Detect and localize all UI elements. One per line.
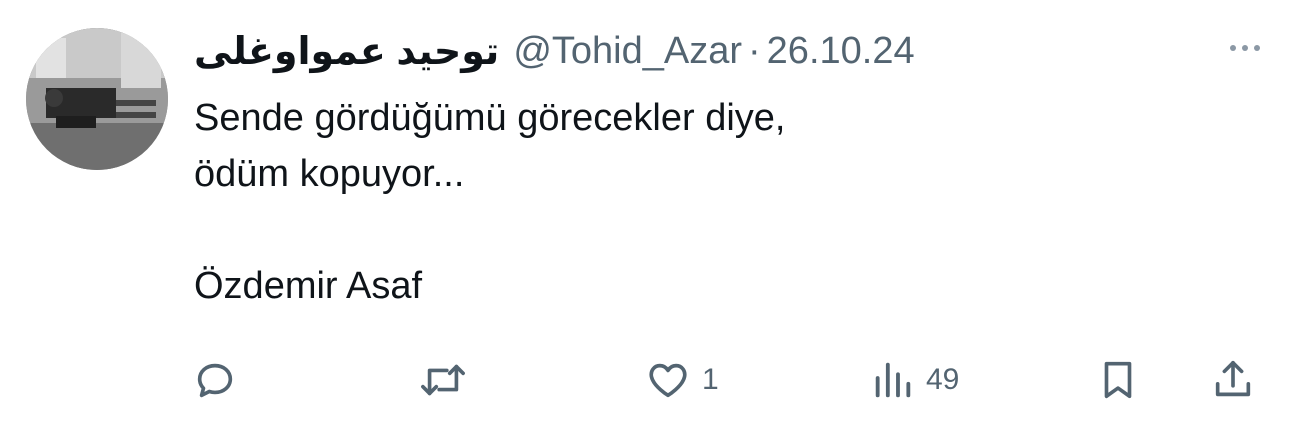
tweet-line: Sende gördüğümü görecekler diye, — [194, 97, 786, 139]
tweet-line: Özdemir Asaf — [194, 265, 423, 307]
views-icon — [875, 362, 911, 398]
heart-icon — [649, 363, 687, 398]
views-button[interactable]: 49 — [870, 350, 959, 410]
tweet-header: توحید عمواوغلی @Tohid_Azar · 26.10.24 — [194, 26, 1260, 76]
tweet-text: Sende gördüğümü görecekler diye, ödüm ko… — [194, 90, 1254, 314]
like-button[interactable]: 1 — [644, 350, 719, 410]
reply-button[interactable] — [192, 350, 248, 410]
tweet-line — [194, 202, 1254, 258]
action-bar: 1 49 — [0, 350, 1290, 410]
repost-icon — [421, 364, 465, 396]
author-name[interactable]: توحید عمواوغلی — [194, 29, 499, 74]
more-icon — [1230, 45, 1236, 51]
header-separator: · — [748, 29, 761, 72]
repost-button[interactable] — [417, 350, 479, 410]
author-handle[interactable]: @Tohid_Azar — [513, 30, 742, 73]
tweet-line: ödüm kopuyor... — [194, 153, 465, 195]
more-button[interactable] — [1220, 34, 1270, 62]
avatar-photo — [26, 28, 168, 170]
avatar[interactable] — [26, 28, 168, 170]
views-count: 49 — [926, 363, 960, 396]
bookmark-icon — [1104, 361, 1132, 399]
share-button[interactable] — [1210, 350, 1256, 410]
bookmark-button[interactable] — [1095, 350, 1141, 410]
reply-icon — [197, 363, 233, 398]
like-count: 1 — [702, 363, 719, 396]
tweet-date[interactable]: 26.10.24 — [767, 30, 915, 73]
share-icon — [1215, 360, 1251, 397]
